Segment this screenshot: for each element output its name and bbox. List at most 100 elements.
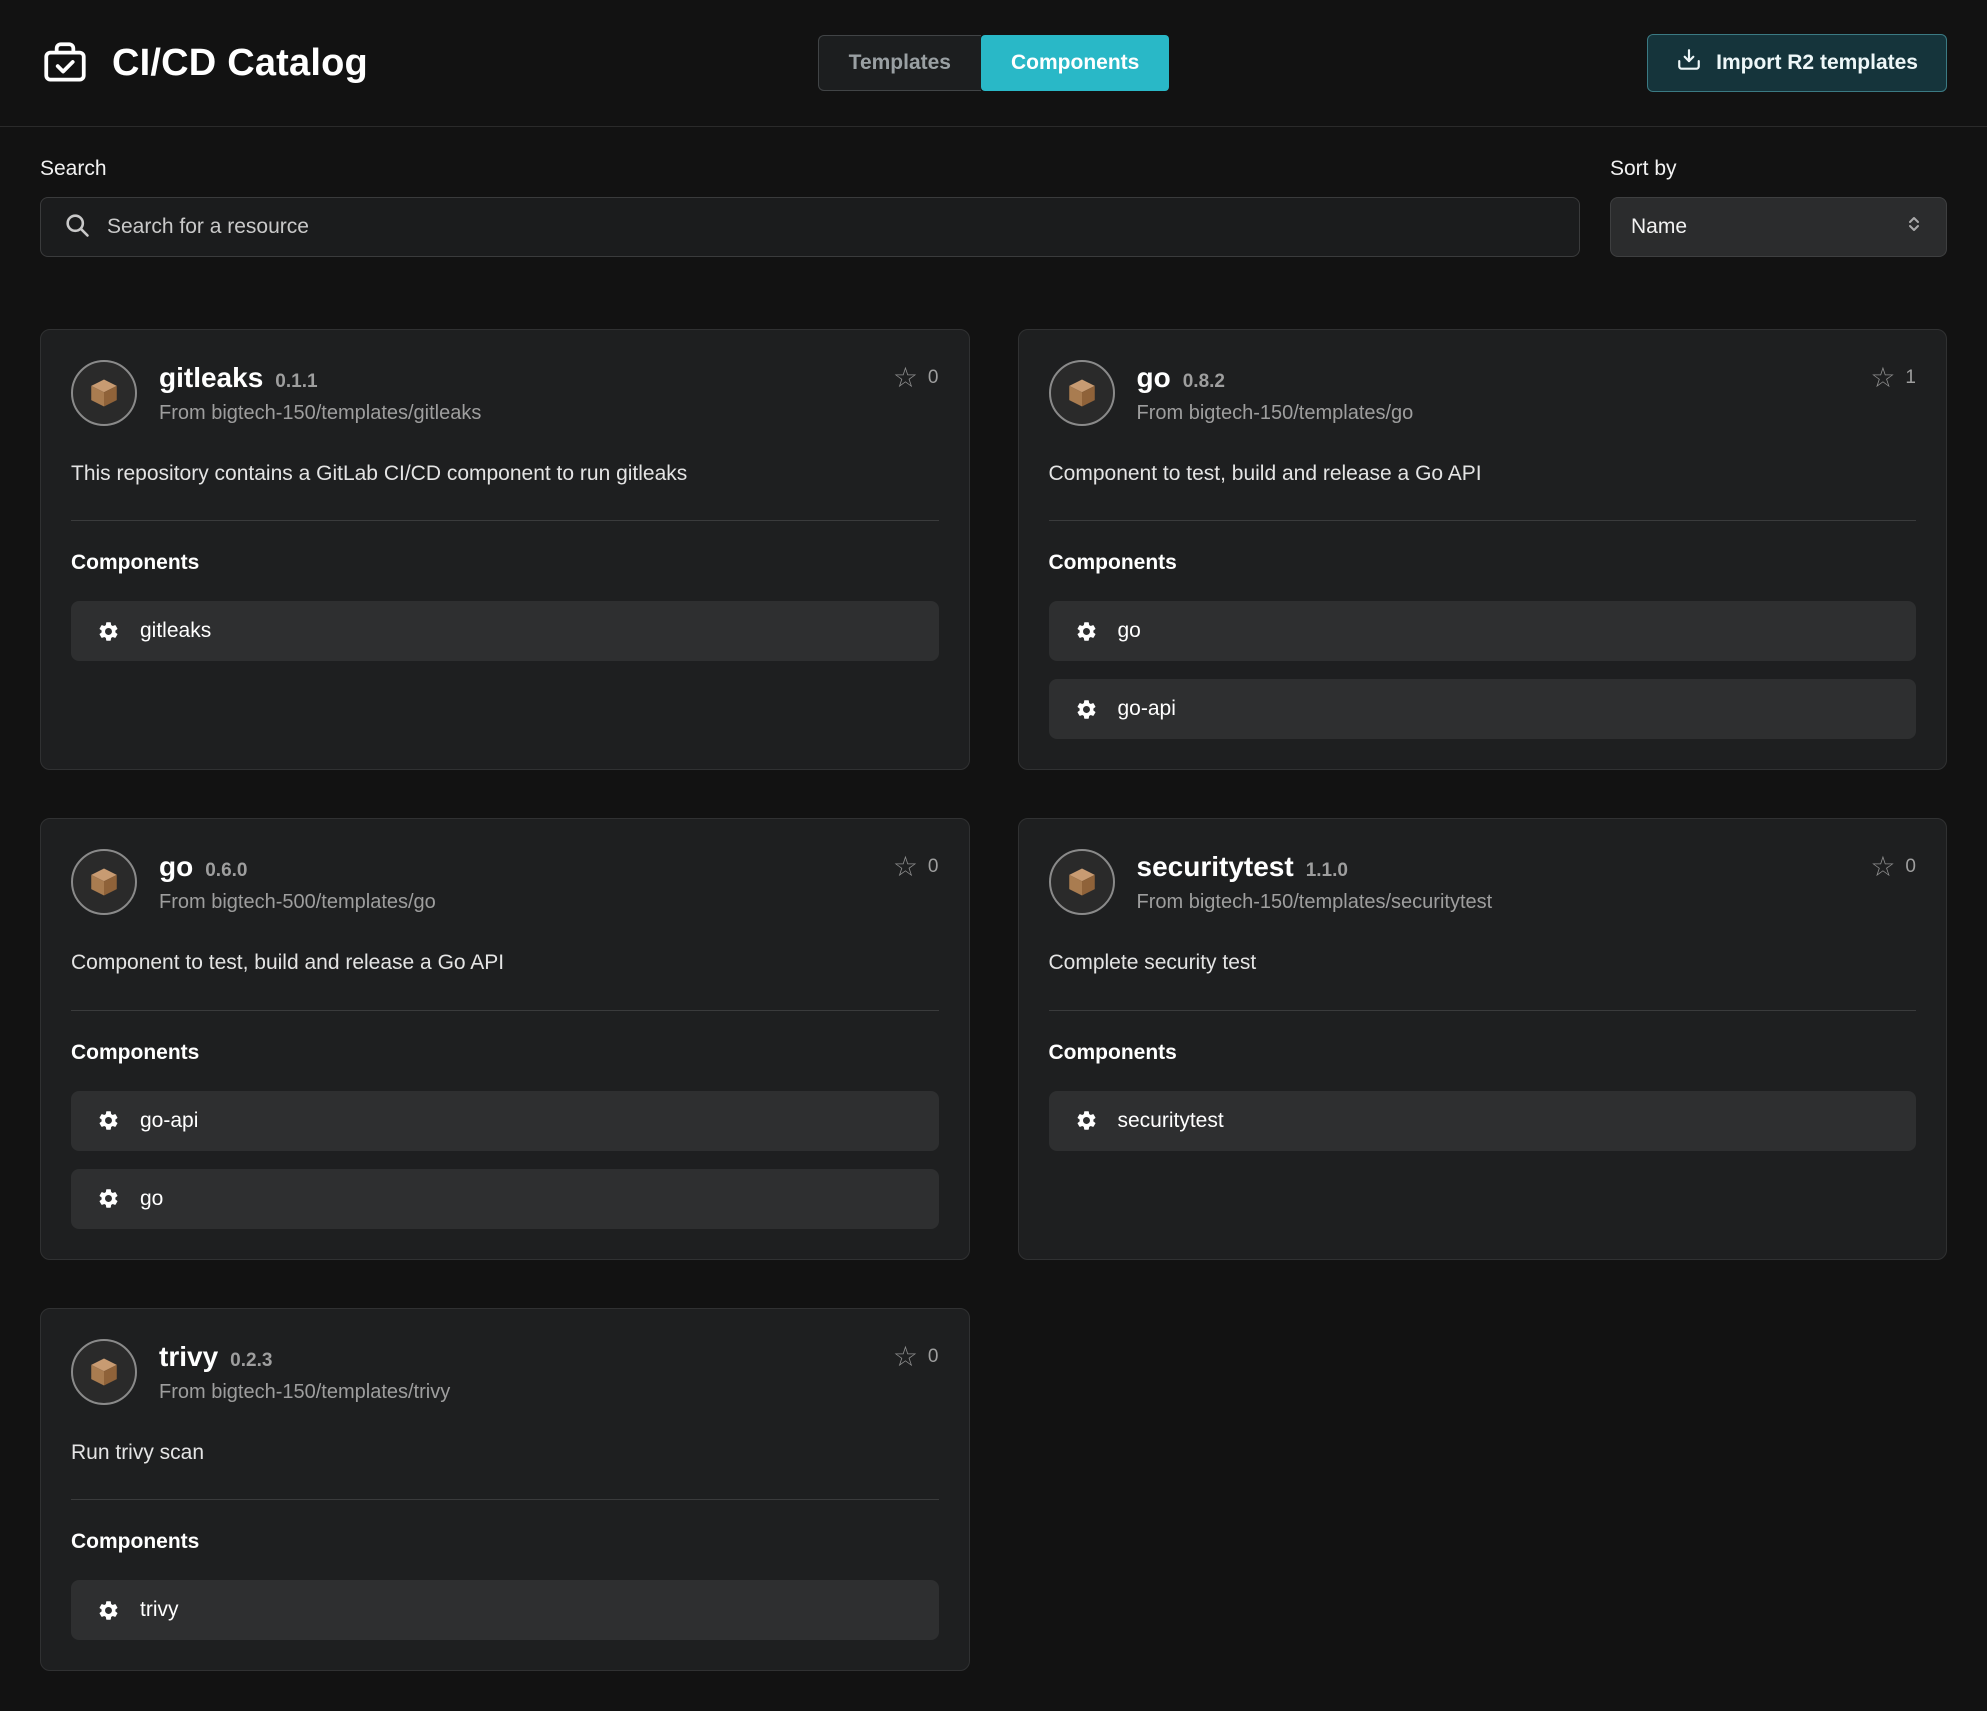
component-list: trivy xyxy=(71,1580,939,1640)
sort-column: Sort by Name xyxy=(1610,157,1947,257)
project-name: securitytest xyxy=(1137,851,1294,883)
catalog-card[interactable]: trivy 0.2.3 From bigtech-150/templates/t… xyxy=(40,1308,970,1671)
star-number: 0 xyxy=(928,367,939,389)
name-line: gitleaks 0.1.1 xyxy=(159,362,871,394)
star-icon: ☆ xyxy=(1870,853,1895,881)
card-header: trivy 0.2.3 From bigtech-150/templates/t… xyxy=(71,1339,939,1405)
name-line: go 0.8.2 xyxy=(1137,362,1849,394)
project-version: 0.8.2 xyxy=(1183,371,1225,393)
project-name: gitleaks xyxy=(159,362,263,394)
component-name: go xyxy=(1118,619,1141,643)
project-description: Run trivy scan xyxy=(71,1439,939,1467)
components-heading: Components xyxy=(1049,551,1917,575)
component-list: securitytest xyxy=(1049,1091,1917,1151)
star-number: 1 xyxy=(1905,367,1916,389)
sort-chevrons-icon xyxy=(1902,212,1926,242)
card-header: go 0.8.2 From bigtech-150/templates/go ☆… xyxy=(1049,360,1917,426)
name-line: securitytest 1.1.0 xyxy=(1137,851,1849,883)
project-source: From bigtech-150/templates/gitleaks xyxy=(159,402,871,425)
component-row: go-api xyxy=(1049,679,1917,739)
components-heading: Components xyxy=(1049,1041,1917,1065)
card-title-block: trivy 0.2.3 From bigtech-150/templates/t… xyxy=(159,1339,871,1404)
star-number: 0 xyxy=(1905,856,1916,878)
main-content: Search Sort by Name xyxy=(0,127,1987,1711)
catalog-card[interactable]: go 0.8.2 From bigtech-150/templates/go ☆… xyxy=(1018,329,1948,770)
gear-icon xyxy=(97,1187,120,1210)
project-version: 0.2.3 xyxy=(230,1350,272,1372)
package-icon xyxy=(87,1355,121,1389)
star-icon: ☆ xyxy=(893,1343,918,1371)
project-name: go xyxy=(159,851,193,883)
package-icon xyxy=(87,865,121,899)
star-icon: ☆ xyxy=(893,853,918,881)
import-button-label: Import R2 templates xyxy=(1716,51,1918,75)
project-avatar xyxy=(1049,360,1115,426)
component-row: gitleaks xyxy=(71,601,939,661)
gear-icon xyxy=(1075,1109,1098,1132)
name-line: go 0.6.0 xyxy=(159,851,871,883)
search-row: Search Sort by Name xyxy=(40,157,1947,257)
gear-icon xyxy=(97,1599,120,1622)
sort-select[interactable]: Name xyxy=(1610,197,1947,257)
search-icon xyxy=(63,211,91,244)
import-r2-templates-button[interactable]: Import R2 templates xyxy=(1647,34,1947,92)
component-name: trivy xyxy=(140,1598,179,1622)
package-icon xyxy=(1065,865,1099,899)
search-box xyxy=(40,197,1580,257)
card-divider xyxy=(71,1499,939,1500)
project-description: Complete security test xyxy=(1049,949,1917,977)
catalog-card[interactable]: gitleaks 0.1.1 From bigtech-150/template… xyxy=(40,329,970,770)
project-avatar xyxy=(71,1339,137,1405)
star-icon: ☆ xyxy=(1870,364,1895,392)
tab-templates[interactable]: Templates xyxy=(818,35,981,91)
sort-by-label: Sort by xyxy=(1610,157,1947,181)
catalog-card[interactable]: go 0.6.0 From bigtech-500/templates/go ☆… xyxy=(40,818,970,1259)
project-version: 1.1.0 xyxy=(1306,860,1348,882)
project-source: From bigtech-500/templates/go xyxy=(159,891,871,914)
component-name: go xyxy=(140,1187,163,1211)
project-name: go xyxy=(1137,362,1171,394)
component-row: trivy xyxy=(71,1580,939,1640)
star-icon: ☆ xyxy=(893,364,918,392)
components-heading: Components xyxy=(71,551,939,575)
component-name: go-api xyxy=(140,1109,198,1133)
card-title-block: go 0.8.2 From bigtech-150/templates/go xyxy=(1137,360,1849,425)
project-description: Component to test, build and release a G… xyxy=(1049,460,1917,488)
search-input[interactable] xyxy=(107,215,1557,239)
card-title-block: gitleaks 0.1.1 From bigtech-150/template… xyxy=(159,360,871,425)
sort-value: Name xyxy=(1631,215,1687,239)
project-source: From bigtech-150/templates/securitytest xyxy=(1137,891,1849,914)
card-divider xyxy=(71,520,939,521)
star-count: ☆ 1 xyxy=(1870,360,1916,392)
header-right: Import R2 templates xyxy=(1169,34,1947,92)
project-avatar xyxy=(1049,849,1115,915)
catalog-card[interactable]: securitytest 1.1.0 From bigtech-150/temp… xyxy=(1018,818,1948,1259)
component-row: securitytest xyxy=(1049,1091,1917,1151)
tab-components[interactable]: Components xyxy=(981,35,1169,91)
component-row: go-api xyxy=(71,1091,939,1151)
project-avatar xyxy=(71,360,137,426)
gear-icon xyxy=(1075,620,1098,643)
project-source: From bigtech-150/templates/trivy xyxy=(159,1381,871,1404)
project-version: 0.6.0 xyxy=(205,860,247,882)
project-description: This repository contains a GitLab CI/CD … xyxy=(71,460,939,488)
header-left: CI/CD Catalog xyxy=(40,38,818,88)
card-header: securitytest 1.1.0 From bigtech-150/temp… xyxy=(1049,849,1917,915)
card-divider xyxy=(1049,1010,1917,1011)
gear-icon xyxy=(97,620,120,643)
card-header: gitleaks 0.1.1 From bigtech-150/template… xyxy=(71,360,939,426)
page-header: CI/CD Catalog Templates Components Impor… xyxy=(0,0,1987,127)
project-source: From bigtech-150/templates/go xyxy=(1137,402,1849,425)
project-avatar xyxy=(71,849,137,915)
card-divider xyxy=(1049,520,1917,521)
import-icon xyxy=(1676,47,1702,79)
card-title-block: securitytest 1.1.0 From bigtech-150/temp… xyxy=(1137,849,1849,914)
star-count: ☆ 0 xyxy=(893,849,939,881)
project-version: 0.1.1 xyxy=(275,371,317,393)
project-name: trivy xyxy=(159,1341,218,1373)
search-column: Search xyxy=(40,157,1580,257)
component-row: go xyxy=(71,1169,939,1229)
card-grid: gitleaks 0.1.1 From bigtech-150/template… xyxy=(40,329,1947,1671)
package-icon xyxy=(1065,376,1099,410)
star-count: ☆ 0 xyxy=(1870,849,1916,881)
